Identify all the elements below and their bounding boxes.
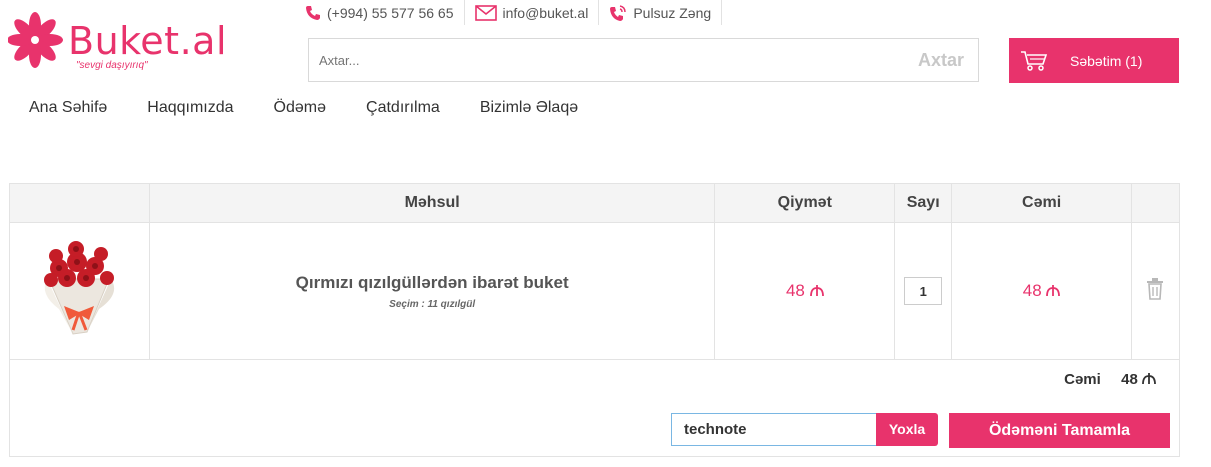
- contact-phone[interactable]: (+994) 55 577 56 65: [305, 0, 465, 25]
- cart-table: Məhsul Qiymət Sayı Cəmi Qırmızı qızılgül…: [9, 183, 1181, 360]
- flower-logo-icon: [8, 12, 63, 68]
- trash-icon[interactable]: [1146, 277, 1164, 300]
- search-box: Axtar: [308, 38, 979, 82]
- cart-label: Səbətim (1): [1070, 52, 1143, 69]
- header-price: Qiymət: [714, 183, 896, 223]
- contact-free-call[interactable]: Pulsuz Zəng: [599, 0, 723, 25]
- price-cell: 48: [714, 222, 896, 360]
- quantity-input[interactable]: [904, 277, 943, 305]
- contact-email[interactable]: info@buket.al: [465, 0, 600, 25]
- remove-cell: [1130, 222, 1181, 360]
- contact-bar: (+994) 55 577 56 65 info@buket.al Pulsuz…: [305, 0, 723, 25]
- grand-total: Cəmi 48: [1064, 371, 1156, 388]
- phone-icon: [306, 5, 320, 20]
- coupon-check-button[interactable]: Yoxla: [876, 413, 938, 446]
- product-name[interactable]: Qırmızı qızılgüllərdən ibarət buket: [150, 273, 714, 293]
- table-header-row: Məhsul Qiymət Sayı Cəmi: [9, 183, 1181, 223]
- nav-home[interactable]: Ana Səhifə: [29, 98, 107, 118]
- grand-total-value: 48: [1121, 371, 1138, 388]
- manat-icon: [809, 285, 824, 297]
- nav-payment[interactable]: Ödəmə: [274, 98, 326, 118]
- nav-about[interactable]: Haqqımızda: [147, 98, 233, 118]
- search-button[interactable]: Axtar: [918, 39, 964, 81]
- header-image: [9, 183, 150, 223]
- total-cell: 48: [951, 222, 1132, 360]
- header-product: Məhsul: [148, 183, 716, 223]
- nav-contact[interactable]: Bizimlə Əlaqə: [480, 98, 578, 118]
- cart-button[interactable]: Səbətim (1): [1009, 38, 1179, 83]
- row-total: 48: [1023, 281, 1061, 300]
- nav-delivery[interactable]: Çatdırılma: [366, 98, 440, 118]
- header-quantity: Sayı: [894, 183, 953, 223]
- quantity-cell: [894, 222, 953, 360]
- phone-call-icon: [610, 4, 627, 21]
- contact-email-text: info@buket.al: [502, 4, 589, 21]
- grand-total-label: Cəmi: [1064, 371, 1101, 388]
- product-info-cell: Qırmızı qızılgüllərdən ibarət buket Seçi…: [148, 222, 716, 360]
- header-total: Cəmi: [951, 183, 1132, 223]
- brand-logo[interactable]: Buket.al "sevgi daşıyırıq": [8, 12, 248, 72]
- product-image-cell: [9, 222, 150, 360]
- brand-tagline: "sevgi daşıyırıq": [76, 60, 148, 71]
- main-nav: Ana Səhifə Haqqımızda Ödəmə Çatdırılma B…: [29, 98, 618, 118]
- product-selection: Seçim : 11 qızılgül: [389, 298, 476, 310]
- coupon-input[interactable]: [671, 413, 877, 446]
- brand-name: Buket.al: [68, 19, 228, 63]
- search-input[interactable]: [309, 39, 869, 81]
- product-price: 48: [786, 281, 824, 300]
- contact-free-call-text: Pulsuz Zəng: [633, 4, 712, 21]
- envelope-icon: [474, 4, 497, 21]
- row-total-value: 48: [1022, 281, 1042, 300]
- product-image[interactable]: [29, 234, 129, 344]
- manat-icon: [1142, 373, 1156, 385]
- manat-icon: [1046, 285, 1061, 297]
- header-remove: [1130, 183, 1181, 223]
- cart-icon: [1021, 50, 1048, 71]
- table-row: Qırmızı qızılgüllərdən ibarət buket Seçi…: [9, 222, 1181, 360]
- contact-phone-text: (+994) 55 577 56 65: [327, 4, 454, 21]
- complete-payment-button[interactable]: Ödəməni Tamamla: [949, 413, 1170, 448]
- product-price-value: 48: [785, 281, 805, 300]
